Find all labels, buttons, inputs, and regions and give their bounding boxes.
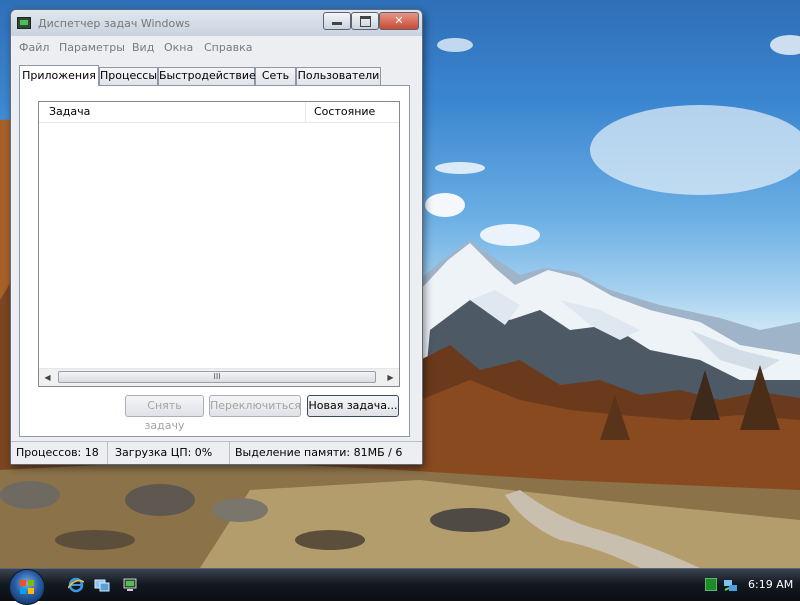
status-processes: Процессов: 18	[11, 442, 108, 464]
menu-help[interactable]: Справка	[204, 41, 252, 54]
title-bar[interactable]: Диспетчер задач Windows ✕	[11, 10, 422, 36]
task-manager-tray-icon[interactable]	[705, 578, 717, 591]
task-manager-icon[interactable]	[122, 577, 138, 593]
window-title: Диспетчер задач Windows	[38, 17, 190, 30]
tab-users[interactable]: Пользователи	[296, 67, 381, 85]
task-list[interactable]: Задача Состояние ◀ III ▶	[38, 101, 400, 387]
show-desktop-icon[interactable]	[94, 577, 110, 593]
column-header-task[interactable]: Задача	[39, 102, 303, 122]
tab-processes[interactable]: Процессы	[99, 67, 158, 85]
scroll-right-arrow-icon[interactable]: ▶	[382, 369, 399, 386]
status-bar: Процессов: 18 Загрузка ЦП: 0% Выделение …	[11, 441, 422, 464]
ie-icon[interactable]	[68, 577, 84, 593]
tab-applications[interactable]: Приложения	[19, 65, 99, 86]
menu-file[interactable]: Файл	[19, 41, 49, 54]
tab-networking[interactable]: Сеть	[255, 67, 296, 85]
end-task-button[interactable]: Снять задачу	[125, 395, 204, 432]
close-button[interactable]: ✕	[379, 12, 419, 30]
task-manager-window: Диспетчер задач Windows ✕ Файл Параметры…	[10, 9, 423, 465]
switch-to-button[interactable]: Переключиться	[209, 395, 301, 417]
maximize-button[interactable]	[351, 12, 379, 30]
windows-logo-icon	[20, 580, 34, 594]
taskbar: 6:19 AM	[0, 568, 800, 605]
clock[interactable]: 6:19 AM	[748, 578, 793, 591]
menu-options[interactable]: Параметры	[59, 41, 125, 54]
scroll-thumb[interactable]: III	[58, 371, 376, 383]
column-header-status[interactable]: Состояние	[305, 102, 399, 122]
horizontal-scrollbar[interactable]: ◀ III ▶	[39, 368, 399, 386]
new-task-button[interactable]: Новая задача...	[307, 395, 399, 417]
menu-bar: Файл Параметры Вид Окна Справка	[13, 38, 418, 56]
maximize-icon	[359, 16, 371, 27]
menu-windows[interactable]: Окна	[164, 41, 193, 54]
close-icon: ✕	[394, 14, 404, 27]
network-tray-icon[interactable]	[724, 578, 738, 592]
list-header: Задача Состояние	[39, 102, 399, 123]
minimize-button[interactable]	[323, 12, 351, 30]
scroll-left-arrow-icon[interactable]: ◀	[39, 369, 56, 386]
status-commit-charge: Выделение памяти: 81МБ / 6	[235, 446, 403, 459]
tab-performance[interactable]: Быстродействие	[158, 67, 256, 85]
minimize-icon	[332, 22, 342, 25]
status-cpu-usage: Загрузка ЦП: 0%	[110, 442, 230, 464]
task-manager-app-icon	[17, 17, 31, 29]
menu-view[interactable]: Вид	[132, 41, 154, 54]
